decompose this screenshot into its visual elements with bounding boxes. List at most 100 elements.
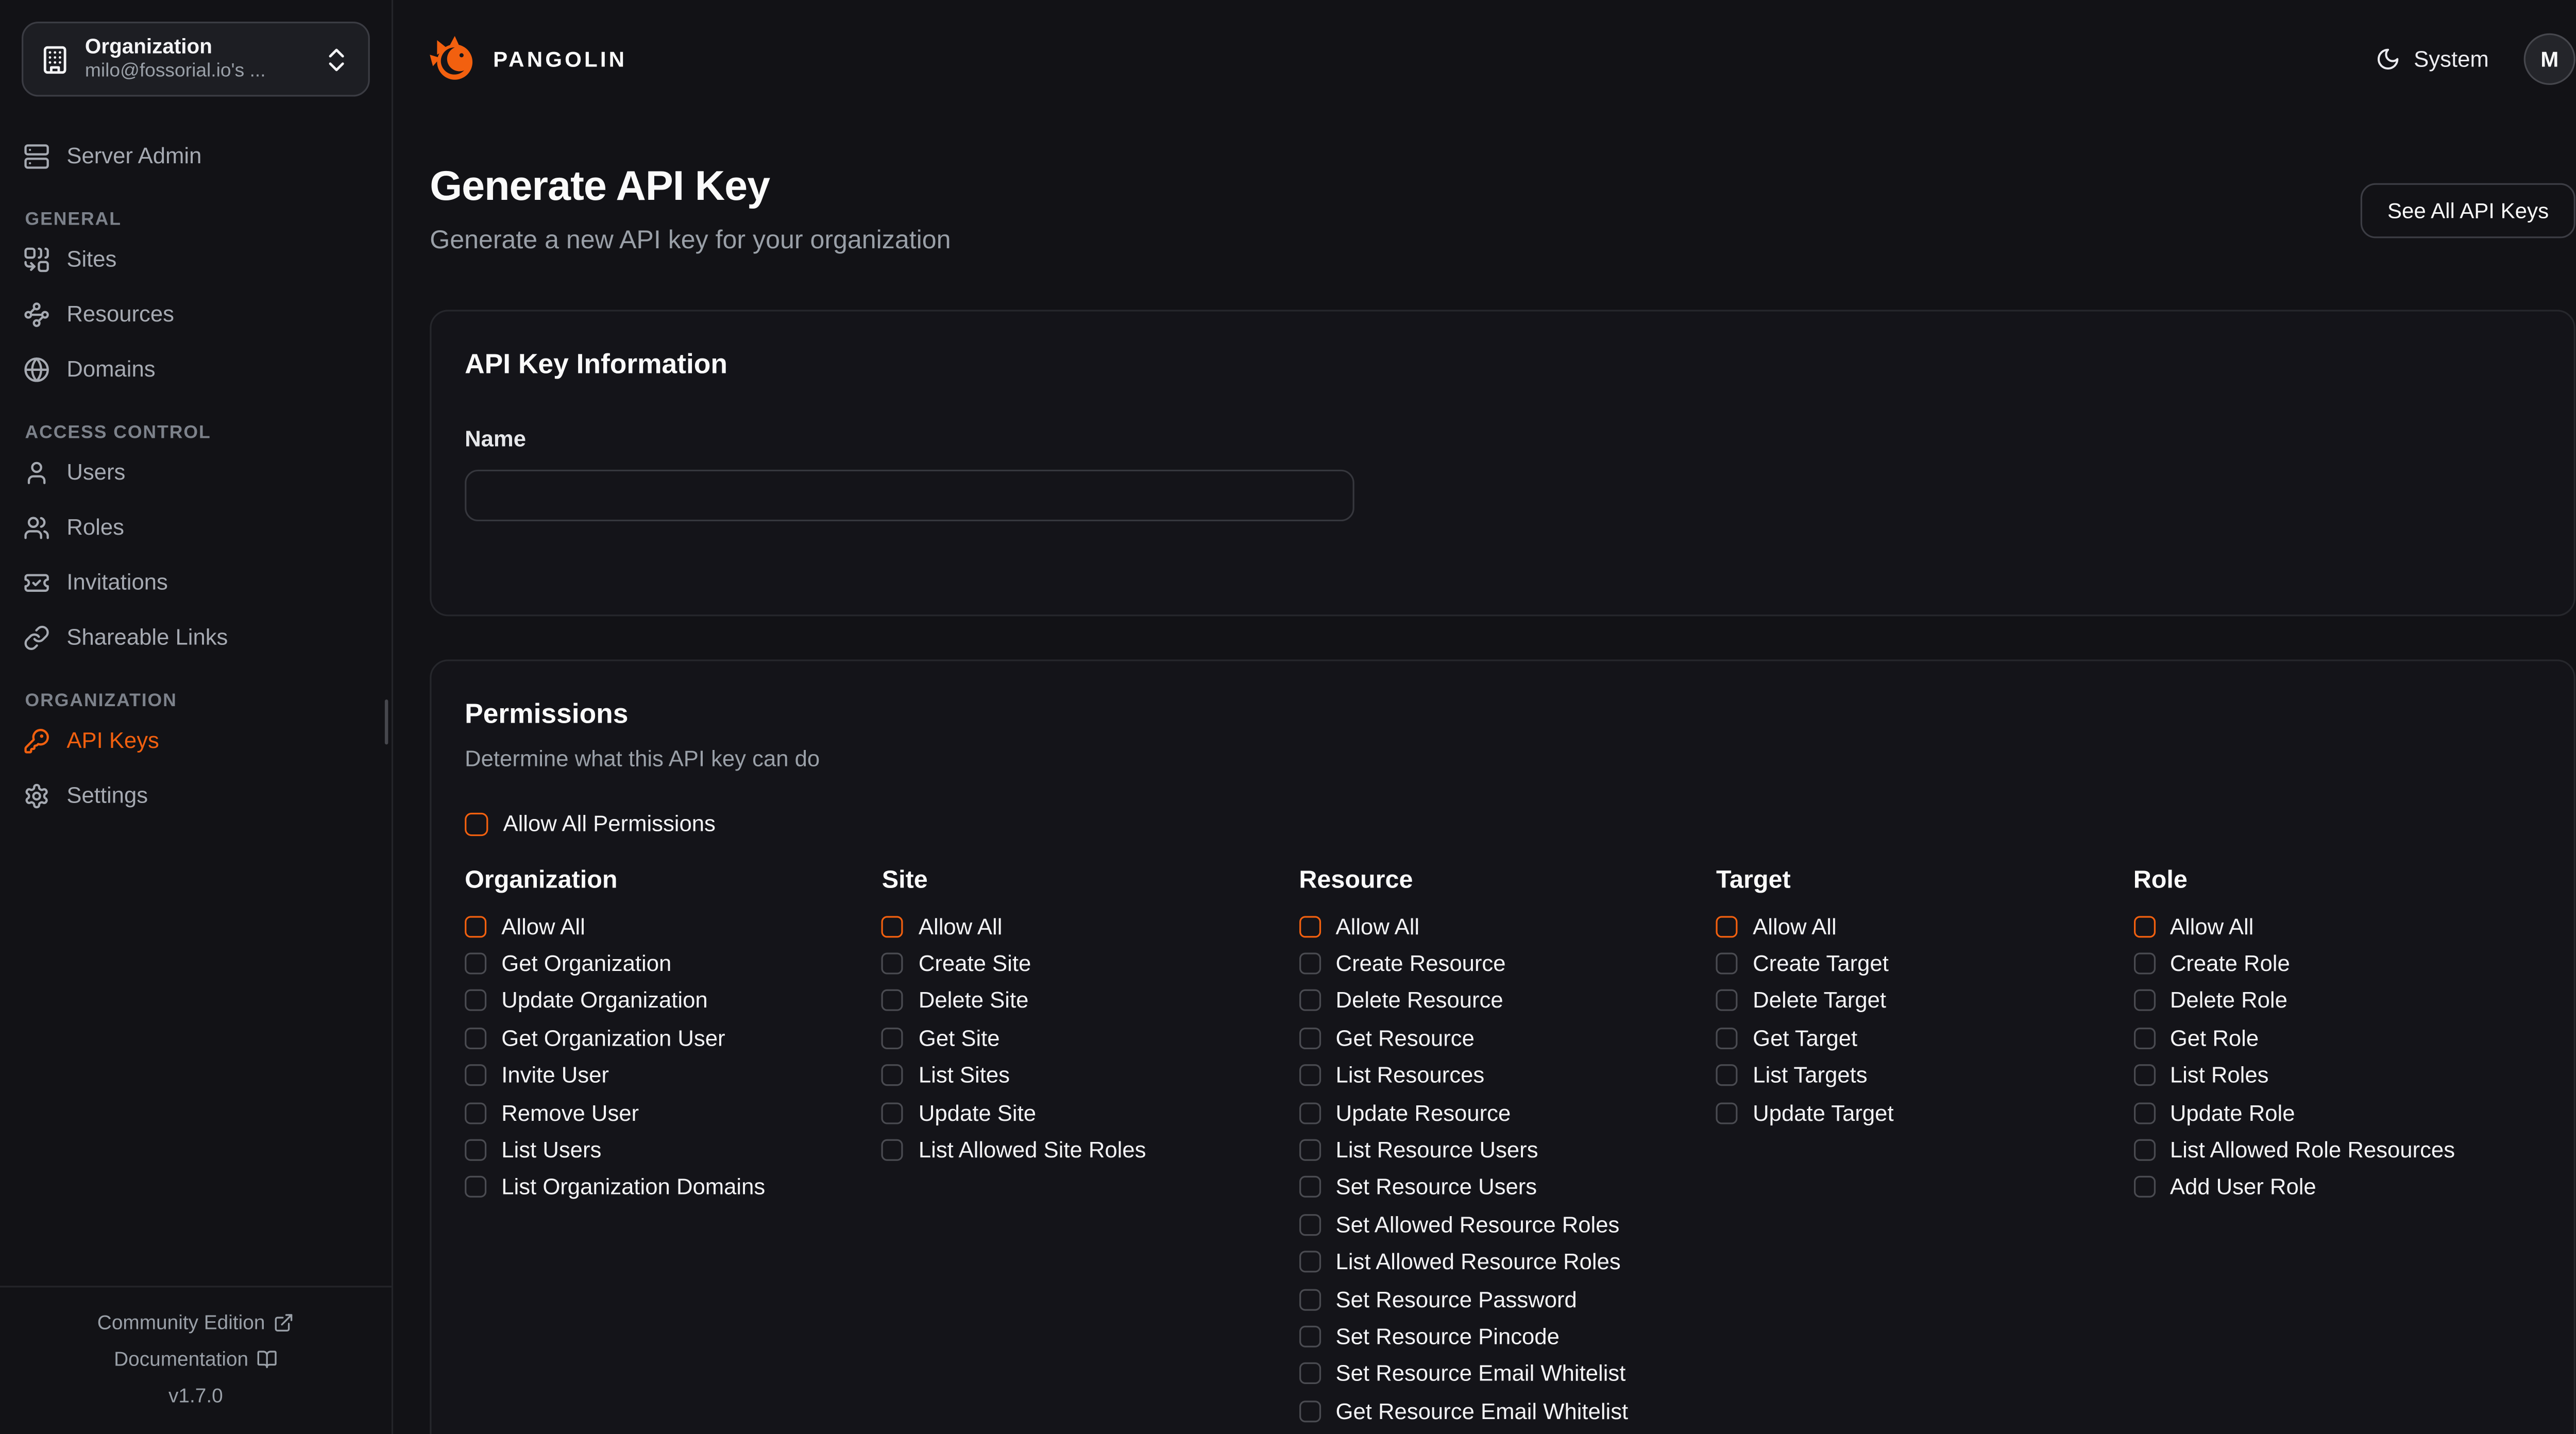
allow-all-permissions-checkbox[interactable]: Allow All Permissions [465,811,716,836]
perm-organization-remove-user[interactable]: Remove User [465,1094,639,1131]
sidebar-item-users[interactable]: Users [23,453,368,491]
perm-site-list-sites[interactable]: List Sites [882,1057,1010,1094]
perm-resource-update-resource[interactable]: Update Resource [1299,1094,1511,1131]
user-avatar[interactable]: M [2524,33,2575,85]
perm-site-delete-site[interactable]: Delete Site [882,982,1029,1019]
perm-resource-delete-resource[interactable]: Delete Resource [1299,982,1503,1019]
perm-organization-get-organization[interactable]: Get Organization [465,945,671,982]
sidebar-item-sites[interactable]: Sites [23,240,368,278]
sidebar-item-settings[interactable]: Settings [23,776,368,814]
documentation-link[interactable]: Documentation [0,1341,392,1377]
book-open-icon [257,1348,277,1369]
perm-resource-create-resource[interactable]: Create Resource [1299,945,1505,982]
perm-target-allow-all[interactable]: Allow All [1716,908,1837,945]
theme-toggle[interactable]: System [2376,47,2489,72]
checkbox-icon [1716,1102,1738,1123]
sidebar-scrollbar-thumb[interactable] [384,699,388,744]
perm-resource-get-resource[interactable]: Get Resource [1299,1019,1474,1056]
sidebar-item-api-keys[interactable]: API Keys [23,721,368,759]
perm-resource-set-resource-password[interactable]: Set Resource Password [1299,1281,1577,1318]
permission-item-label: Update Organization [501,988,707,1014]
permission-item-label: Invite User [501,1063,609,1088]
theme-toggle-label: System [2414,47,2489,72]
sidebar-item-server-admin[interactable]: Server Admin [23,136,368,175]
perm-resource-list-allowed-resource-roles[interactable]: List Allowed Resource Roles [1299,1243,1620,1281]
permission-item-label: Update Role [2170,1100,2295,1125]
perm-target-get-target[interactable]: Get Target [1716,1019,1857,1056]
sidebar-item-shareable-links[interactable]: Shareable Links [23,618,368,656]
perm-organization-update-organization[interactable]: Update Organization [465,982,708,1019]
perm-site-update-site[interactable]: Update Site [882,1094,1036,1131]
perm-target-update-target[interactable]: Update Target [1716,1094,1894,1131]
see-all-api-keys-button[interactable]: See All API Keys [2361,183,2575,238]
sidebar-item-resources[interactable]: Resources [23,295,368,333]
perm-role-delete-role[interactable]: Delete Role [2133,982,2287,1019]
permission-item-label: List Allowed Site Roles [919,1138,1146,1163]
avatar-initial: M [2540,47,2558,72]
perm-resource-set-resource-users[interactable]: Set Resource Users [1299,1169,1537,1206]
perm-role-list-roles[interactable]: List Roles [2133,1057,2269,1094]
perm-role-allow-all[interactable]: Allow All [2133,908,2254,945]
checkbox-icon [882,1102,904,1123]
waypoints-icon [23,301,50,328]
org-switcher[interactable]: Organization milo@fossorial.io's ... [22,22,370,97]
permission-item-label: Delete Target [1753,988,1886,1014]
perm-organization-list-organization-domains[interactable]: List Organization Domains [465,1169,765,1206]
sidebar-item-domains[interactable]: Domains [23,350,368,388]
perm-role-add-user-role[interactable]: Add User Role [2133,1169,2316,1206]
perm-organization-allow-all[interactable]: Allow All [465,908,585,945]
perm-resource-list-resources[interactable]: List Resources [1299,1057,1484,1094]
sidebar-item-label: Shareable Links [66,625,228,649]
sidebar-item-label: Invitations [66,570,168,594]
perm-target-create-target[interactable]: Create Target [1716,945,1889,982]
perm-resource-set-allowed-resource-roles[interactable]: Set Allowed Resource Roles [1299,1206,1619,1243]
permission-group-target: Target Allow All Create Target Delete Ta… [1716,864,2123,1430]
perm-role-create-role[interactable]: Create Role [2133,945,2290,982]
perm-resource-set-resource-pincode[interactable]: Set Resource Pincode [1299,1318,1559,1355]
permission-group-title: Resource [1299,864,1706,896]
sidebar-nav: Server Admin GENERAL Sites Resources Dom… [0,118,392,1286]
checkbox-icon [1299,1288,1320,1310]
perm-resource-list-resource-users[interactable]: List Resource Users [1299,1132,1538,1169]
checkbox-icon [465,1139,486,1161]
gear-icon [23,782,50,809]
checkbox-icon [465,1102,486,1123]
name-input[interactable] [465,470,1354,521]
perm-role-list-allowed-role-resources[interactable]: List Allowed Role Resources [2133,1132,2455,1169]
checkbox-icon [1716,1028,1738,1049]
sidebar-item-label: Roles [66,515,124,539]
perm-organization-get-organization-user[interactable]: Get Organization User [465,1019,725,1056]
perm-role-get-role[interactable]: Get Role [2133,1019,2259,1056]
permission-item-label: List Roles [2170,1063,2269,1088]
community-edition-link[interactable]: Community Edition [0,1304,392,1341]
perm-site-get-site[interactable]: Get Site [882,1019,1000,1056]
checkbox-icon [2133,1065,2155,1086]
sidebar: Organization milo@fossorial.io's ... Ser… [0,0,393,1434]
permission-item-label: List Users [501,1138,601,1163]
perm-site-create-site[interactable]: Create Site [882,945,1031,982]
perm-site-list-allowed-site-roles[interactable]: List Allowed Site Roles [882,1132,1146,1169]
permission-item-label: Allow All [501,914,585,939]
permission-group-role: Role Allow All Create Role Delete Role G… [2133,864,2540,1430]
permission-group-site: Site Allow All Create Site Delete Site G… [882,864,1289,1430]
sidebar-item-invitations[interactable]: Invitations [23,563,368,601]
perm-organization-invite-user[interactable]: Invite User [465,1057,609,1094]
perm-role-update-role[interactable]: Update Role [2133,1094,2295,1131]
perm-site-allow-all[interactable]: Allow All [882,908,1003,945]
permission-item-label: Get Role [2170,1026,2259,1051]
perm-target-list-targets[interactable]: List Targets [1716,1057,1868,1094]
pangolin-logo[interactable]: PANGOLIN [430,34,627,84]
perm-organization-list-users[interactable]: List Users [465,1132,601,1169]
checkbox-icon [1716,953,1738,975]
permission-item-label: Update Site [919,1100,1036,1125]
perm-resource-allow-all[interactable]: Allow All [1299,908,1419,945]
users-icon [23,514,50,541]
perm-resource-get-resource-email-whitelist[interactable]: Get Resource Email Whitelist [1299,1392,1628,1429]
sidebar-item-roles[interactable]: Roles [23,508,368,546]
checkbox-icon [1299,1102,1320,1123]
building-icon [40,44,70,74]
perm-target-delete-target[interactable]: Delete Target [1716,982,1886,1019]
perm-resource-set-resource-email-whitelist[interactable]: Set Resource Email Whitelist [1299,1355,1625,1392]
permission-item-label: Set Resource Password [1336,1287,1577,1312]
ticket-check-icon [23,569,50,595]
